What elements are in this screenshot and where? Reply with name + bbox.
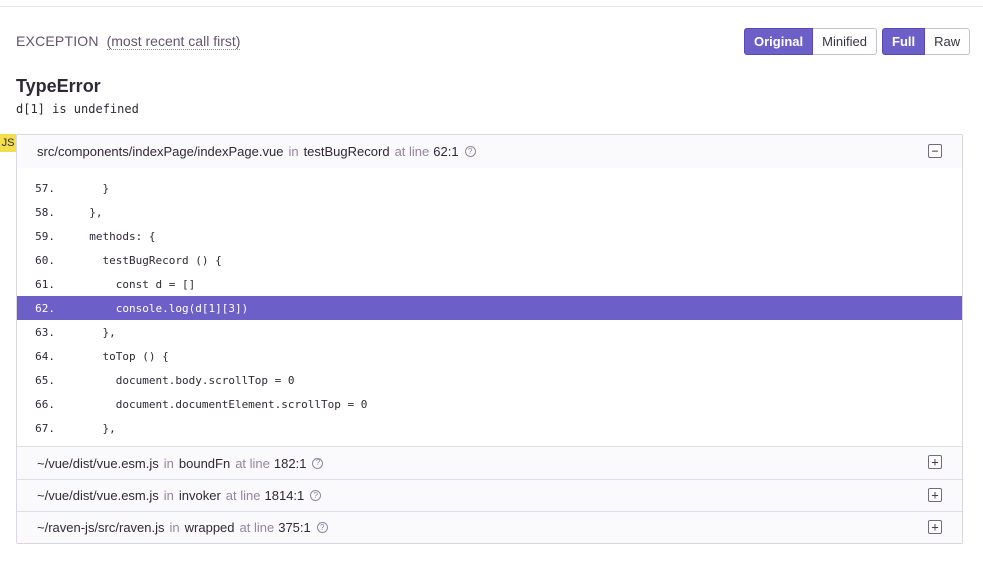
view-toggle-group: Full Raw: [882, 28, 971, 55]
exception-order-hint[interactable]: (most recent call first): [106, 33, 241, 50]
source-toggle-group: Original Minified: [744, 28, 877, 55]
line-number: 64.: [35, 349, 55, 363]
frame-at-line-label: at line: [225, 488, 261, 503]
expand-icon[interactable]: +: [928, 488, 942, 502]
frame-in-label: in: [169, 520, 180, 535]
frame-line-number: 62:1: [433, 144, 459, 159]
frame-in-label: in: [163, 488, 174, 503]
original-button[interactable]: Original: [744, 28, 814, 55]
platform-badge: JS: [0, 134, 16, 152]
frame-filename: ~/raven-js/src/raven.js: [37, 520, 165, 535]
help-icon[interactable]: ?: [316, 522, 328, 533]
help-icon[interactable]: ?: [312, 457, 324, 469]
help-icon[interactable]: ?: [310, 490, 322, 501]
code-line: 58. },: [17, 200, 962, 224]
frame-header[interactable]: ~/vue/dist/vue.esm.js in boundFn at line…: [17, 447, 962, 479]
line-number: 62.: [35, 301, 55, 315]
frame-at-line-label: at line: [239, 520, 275, 535]
frame-in-label: in: [288, 144, 299, 159]
frame-at-line-label: at line: [235, 455, 270, 471]
line-number: 67.: [35, 421, 55, 435]
code-line-highlighted: 62. console.log(d[1][3]): [17, 296, 962, 320]
exception-header: Exception (most recent call first): [16, 33, 241, 50]
raw-button[interactable]: Raw: [925, 28, 971, 55]
frame-header[interactable]: ~/vue/dist/vue.esm.js in invoker at line…: [17, 479, 962, 511]
error-value: d[1] is undefined: [16, 102, 139, 116]
frame-line-number: 1814:1: [264, 488, 305, 503]
line-number: 58.: [35, 205, 55, 219]
line-number: 61.: [35, 277, 55, 291]
code-line: 57. }: [17, 176, 962, 200]
frame-header[interactable]: src/components/indexPage/indexPage.vue i…: [17, 135, 962, 168]
line-code: console.log(d[1][3]): [76, 301, 249, 315]
code-line: 59. methods: {: [17, 224, 962, 248]
code-line: 65. document.body.scrollTop = 0: [17, 368, 962, 392]
frame-in-label: in: [163, 455, 174, 471]
frame-at-line-label: at line: [394, 144, 430, 159]
frame-filename: ~/vue/dist/vue.esm.js: [37, 455, 159, 471]
error-type: TypeError: [16, 76, 101, 96]
line-code: },: [76, 205, 103, 219]
frame-function: testBugRecord: [303, 144, 390, 159]
exception-title: Exception: [16, 33, 99, 49]
stacktrace-frames: src/components/indexPage/indexPage.vue i…: [16, 134, 963, 544]
frame-function: boundFn: [178, 455, 231, 471]
code-line: 66. document.documentElement.scrollTop =…: [17, 392, 962, 416]
line-code: },: [76, 325, 116, 339]
line-code: }: [76, 181, 110, 195]
collapse-icon[interactable]: −: [928, 144, 942, 158]
code-line: 63. },: [17, 320, 962, 344]
line-number: 63.: [35, 325, 55, 339]
line-number: 60.: [35, 253, 55, 267]
frame-header[interactable]: ~/raven-js/src/raven.js in wrapped at li…: [17, 511, 962, 543]
line-number: 59.: [35, 229, 55, 243]
line-code: testBugRecord () {: [76, 253, 222, 267]
line-code: },: [76, 421, 116, 435]
code-context: 57. } 58. }, 59. methods: { 60. testBugR…: [17, 168, 962, 447]
line-number: 57.: [35, 181, 55, 195]
frame-filename: src/components/indexPage/indexPage.vue: [37, 144, 284, 159]
code-line: 60. testBugRecord () {: [17, 248, 962, 272]
code-line: 64. toTop () {: [17, 344, 962, 368]
expand-icon[interactable]: +: [928, 455, 942, 469]
minified-button[interactable]: Minified: [813, 28, 877, 55]
code-line: 67. },: [17, 416, 962, 440]
top-divider: [0, 6, 983, 7]
line-code: document.body.scrollTop = 0: [76, 373, 295, 387]
code-line: 61. const d = []: [17, 272, 962, 296]
frame-line-number: 375:1: [278, 520, 311, 535]
line-number: 66.: [35, 397, 55, 411]
line-number: 65.: [35, 373, 55, 387]
expand-icon[interactable]: +: [928, 520, 942, 534]
frame-function: wrapped: [184, 520, 235, 535]
line-code: toTop () {: [76, 349, 169, 363]
help-icon[interactable]: ?: [464, 146, 476, 157]
full-button[interactable]: Full: [882, 28, 926, 55]
frame-function: invoker: [178, 488, 221, 503]
line-code: const d = []: [76, 277, 196, 291]
frame-line-number: 182:1: [273, 455, 307, 471]
line-code: methods: {: [76, 229, 156, 243]
line-code: document.documentElement.scrollTop = 0: [76, 397, 368, 411]
frame-filename: ~/vue/dist/vue.esm.js: [37, 488, 159, 503]
